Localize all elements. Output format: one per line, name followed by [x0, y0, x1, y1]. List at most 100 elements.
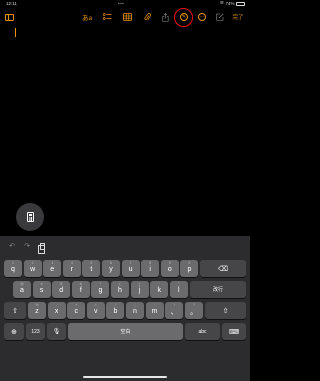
attachment-button[interactable]	[141, 9, 153, 25]
key-label: u	[128, 266, 133, 273]
dismiss-keyboard-key[interactable]: ⌨	[222, 323, 246, 340]
markup-button[interactable]: ✎	[177, 9, 191, 25]
abc-key[interactable]: abc	[185, 323, 220, 340]
key-n[interactable]: ; n	[126, 302, 144, 319]
key-label: r	[70, 266, 73, 273]
status-time: 12:11	[6, 1, 17, 6]
markup-icon: ✎	[180, 13, 188, 21]
globe-key[interactable]: ⊕	[4, 323, 24, 340]
key-r[interactable]: 4r	[62, 260, 81, 277]
backspace-key[interactable]: ⌫	[200, 260, 246, 277]
text-format-button[interactable]: あa	[80, 9, 94, 25]
key-hint: 4	[70, 261, 73, 265]
key-d[interactable]: $ d	[52, 281, 71, 298]
space-key[interactable]: 空白	[68, 323, 183, 340]
key-label: p	[187, 266, 192, 273]
key-label: 。	[190, 308, 198, 316]
status-bar: 12:11 ••• ≋ 74%	[0, 0, 250, 8]
key-label: s	[39, 287, 44, 294]
key-label: g	[98, 287, 103, 294]
key-o[interactable]: 9o	[160, 260, 179, 277]
note-toolbar: あa ✎ ··· 完了	[0, 9, 250, 25]
more-icon: ···	[198, 13, 206, 21]
key-label: q	[11, 266, 15, 273]
key-label: m	[151, 308, 158, 315]
more-button[interactable]: ···	[196, 9, 208, 25]
math-notes-button[interactable]	[16, 203, 44, 231]
key-label: w	[30, 266, 36, 273]
shift-key-left[interactable]: ⇧	[4, 302, 26, 319]
dictation-key[interactable]: 🎙	[47, 323, 66, 340]
return-label: 改行	[212, 287, 223, 293]
shift-key-right[interactable]: ⇧	[205, 302, 246, 319]
key-w[interactable]: 2w	[23, 260, 42, 277]
battery-percent: 74%	[225, 1, 235, 6]
done-button[interactable]: 完了	[230, 9, 246, 25]
key-label: b	[113, 308, 118, 315]
share-button[interactable]	[159, 9, 171, 25]
key-hint: /	[114, 303, 116, 307]
sidebar-toggle-button[interactable]	[3, 9, 15, 25]
key-label: i	[149, 266, 151, 273]
key-c[interactable]: + c	[67, 302, 86, 319]
checklist-button[interactable]	[101, 9, 113, 25]
table-button[interactable]	[121, 9, 133, 25]
key-hint: (	[119, 282, 121, 286]
paperclip-icon	[143, 12, 151, 20]
key-hint: '	[158, 282, 160, 286]
key-m[interactable]: :m	[145, 302, 164, 319]
key-hint: 6	[110, 261, 112, 265]
paste-button[interactable]	[37, 241, 47, 254]
undo-icon: ↶	[9, 243, 15, 250]
wifi-icon: ≋	[219, 0, 224, 6]
key-hint: @	[20, 282, 24, 286]
key-h[interactable]: (h	[111, 281, 129, 298]
key-hint: -	[56, 303, 58, 307]
numbers-key[interactable]: 123	[26, 323, 45, 340]
key-q[interactable]: 1q	[4, 260, 22, 277]
key-y[interactable]: 6y	[102, 260, 120, 277]
key-u[interactable]: 7u	[121, 260, 140, 277]
key-label: o	[167, 266, 172, 273]
key-hint: *	[99, 282, 102, 286]
key-label: y	[109, 266, 113, 273]
home-indicator	[83, 376, 167, 378]
key-hint: 8	[149, 261, 152, 265]
key-a[interactable]: @ a	[13, 281, 31, 298]
key-hint: %	[35, 303, 39, 307]
key-l[interactable]: " l	[169, 281, 188, 298]
return-key[interactable]: 改行	[190, 281, 246, 298]
key-i[interactable]: 8i	[141, 260, 160, 277]
key-x[interactable]: -x	[47, 302, 66, 319]
key-k[interactable]: ' k	[150, 281, 169, 298]
key-、[interactable]: !、	[165, 302, 184, 319]
table-icon	[122, 13, 132, 21]
multitasking-dots[interactable]: •••	[118, 1, 124, 6]
key-p[interactable]: 0p	[180, 260, 199, 277]
key-label: e	[50, 266, 55, 273]
key-hint: )	[139, 282, 141, 286]
key-。[interactable]: ?。	[184, 302, 203, 319]
key-v[interactable]: = v	[86, 302, 105, 319]
key-g[interactable]: * g	[91, 281, 110, 298]
key-t[interactable]: 5t	[82, 260, 101, 277]
key-b[interactable]: / b	[106, 302, 125, 319]
redo-button[interactable]: ↷	[22, 241, 32, 251]
key-s[interactable]: # s	[32, 281, 51, 298]
keyboard-row-4: ⊕ 123 🎙 空白 abc ⌨	[0, 323, 250, 340]
key-hint: 2	[31, 261, 34, 265]
undo-button[interactable]: ↶	[7, 241, 17, 251]
key-j[interactable]: ) j	[130, 281, 149, 298]
key-f[interactable]: & f	[71, 281, 90, 298]
globe-icon: ⊕	[11, 328, 17, 336]
key-hint: #	[40, 282, 43, 286]
key-hint: :	[154, 303, 156, 307]
key-hint: "	[178, 282, 180, 286]
key-z[interactable]: % z	[28, 302, 46, 319]
microphone-icon: 🎙	[52, 329, 61, 335]
key-e[interactable]: 3e	[43, 260, 62, 277]
battery-icon	[236, 1, 245, 6]
calculator-icon	[26, 212, 34, 222]
compose-button[interactable]	[214, 9, 226, 25]
keyboard-row-2: @ a # s $ d & f * g(h) j ' k " l 改行	[0, 281, 250, 298]
